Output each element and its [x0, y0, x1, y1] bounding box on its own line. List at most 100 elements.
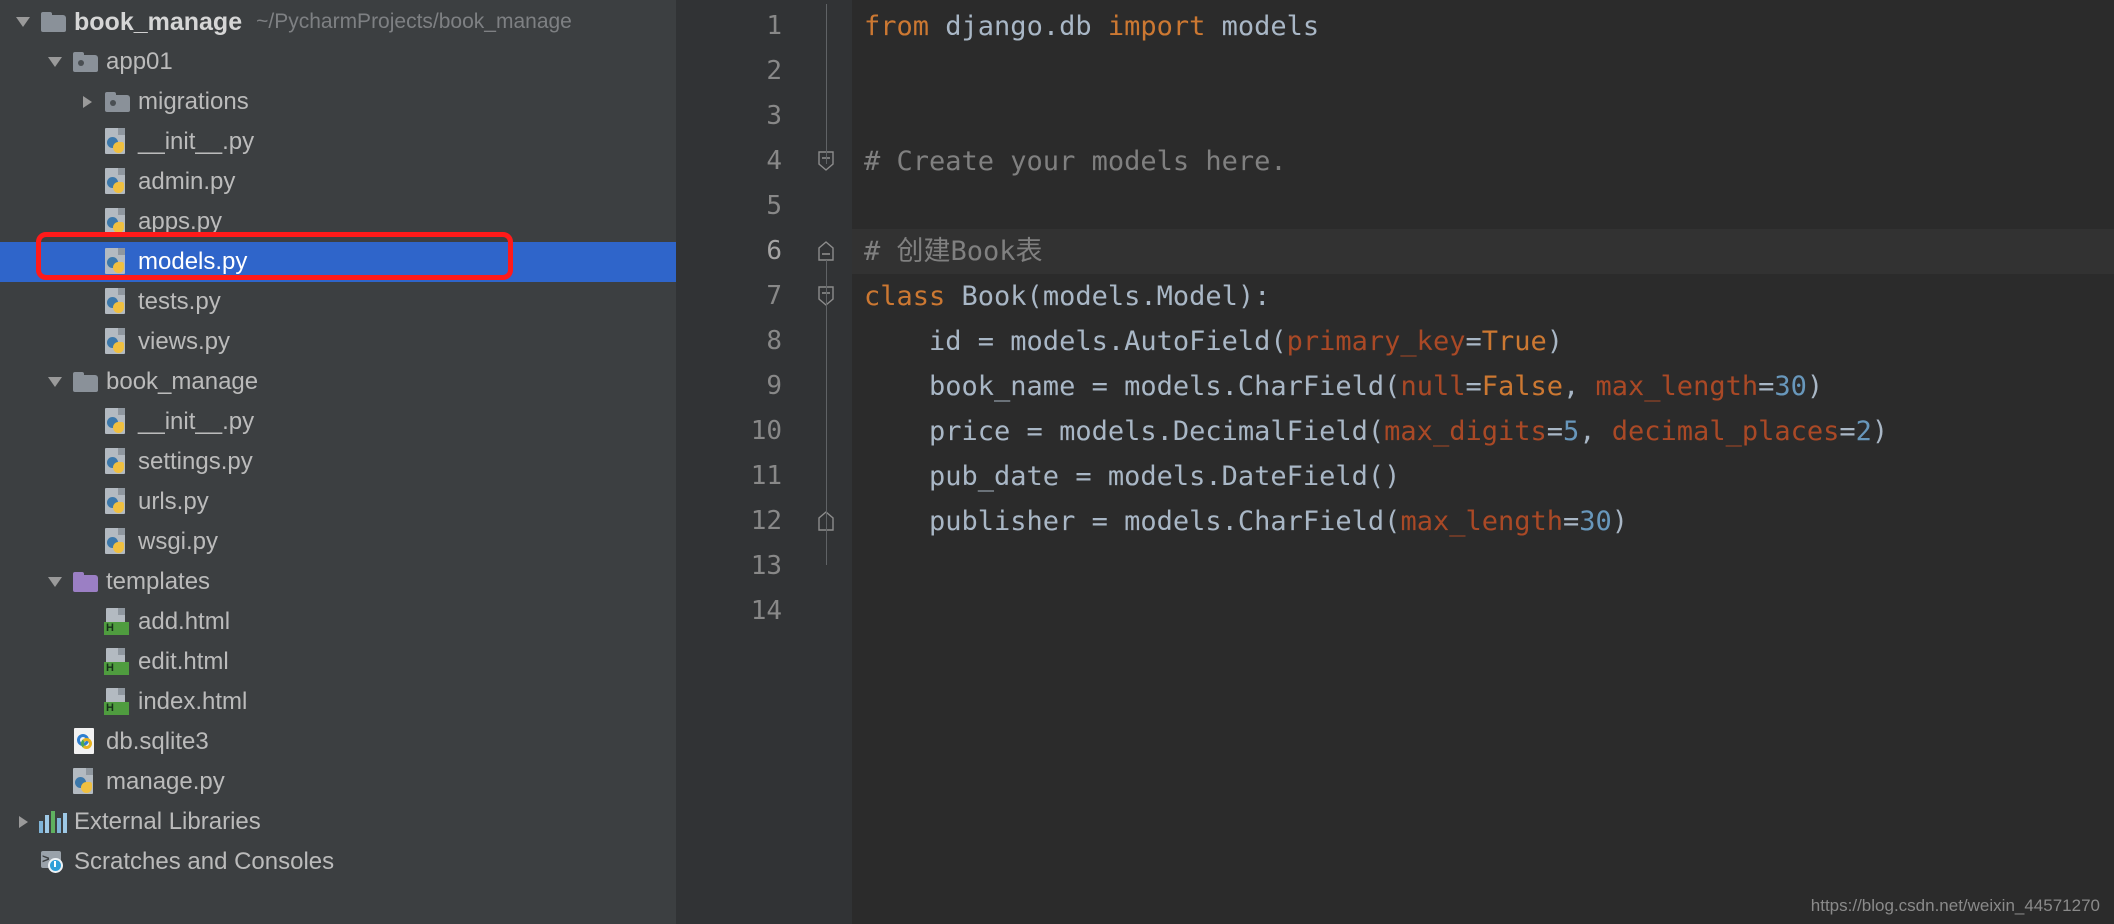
html-file-icon: H — [104, 648, 130, 676]
tree-item-wsgi-py[interactable]: wsgi.py — [0, 522, 676, 562]
code-token: Book(models.Model): — [945, 281, 1271, 312]
line-number: 7 — [766, 281, 782, 311]
fold-row — [804, 589, 852, 634]
fold-row — [804, 499, 852, 544]
code-line: publisher = models.CharField(max_length=… — [852, 499, 2114, 544]
tree-item-label: wsgi.py — [138, 528, 219, 555]
fold-row — [804, 139, 852, 184]
code-token: = — [1563, 506, 1580, 537]
tree-item-init-py[interactable]: __init__.py — [0, 122, 676, 162]
fold-row — [804, 364, 852, 409]
tree-item-models-py[interactable]: models.py — [0, 242, 676, 282]
tree-item-label: settings.py — [138, 448, 253, 475]
tree-item-label: admin.py — [138, 168, 236, 195]
fold-row — [804, 454, 852, 499]
code-folding-column[interactable] — [804, 0, 852, 924]
code-content[interactable]: from django.db import models # Create yo… — [852, 0, 2114, 924]
code-token: class — [864, 281, 946, 312]
line-number: 12 — [750, 506, 782, 536]
tree-item-label: tests.py — [138, 288, 221, 315]
chevron-down-icon[interactable] — [48, 57, 62, 67]
code-token: max_length — [1595, 371, 1759, 402]
chevron-right-icon[interactable] — [18, 816, 28, 828]
code-token: = — [1465, 371, 1482, 402]
code-token: False — [1481, 371, 1564, 402]
line-number: 9 — [766, 371, 782, 401]
tree-item-label: manage.py — [106, 768, 225, 795]
tree-item-admin-py[interactable]: admin.py — [0, 162, 676, 202]
code-line: book_name = models.CharField(null=False,… — [852, 364, 2114, 409]
tree-item-label: Scratches and Consoles — [74, 848, 335, 875]
code-token: from — [864, 11, 930, 42]
tree-item-app01[interactable]: app01 — [0, 42, 676, 82]
code-token: 30 — [1774, 371, 1807, 402]
chevron-down-icon[interactable] — [48, 577, 62, 587]
tree-item-manage-py[interactable]: manage.py — [0, 762, 676, 802]
code-token: 30 — [1579, 506, 1612, 537]
tree-item-index-html[interactable]: Hindex.html — [0, 682, 676, 722]
code-token: ) — [1546, 326, 1564, 357]
tree-item-tests-py[interactable]: tests.py — [0, 282, 676, 322]
expand-toggle[interactable] — [42, 377, 68, 387]
pycharm-window: book_manage ~/PycharmProjects/book_manage… — [0, 0, 2114, 924]
code-line: pub_date = models.DateField() — [852, 454, 2114, 499]
line-number: 14 — [750, 596, 782, 626]
code-line: id = models.AutoField(primary_key=True) — [852, 319, 2114, 364]
fold-row — [804, 229, 852, 274]
chevron-down-icon[interactable] — [48, 377, 62, 387]
expand-toggle[interactable] — [10, 17, 36, 27]
python-file-icon — [104, 488, 130, 516]
tree-item-init-py[interactable]: __init__.py — [0, 402, 676, 442]
expand-toggle[interactable] — [74, 96, 100, 108]
code-token: = — [1465, 326, 1482, 357]
code-token: primary_key — [1286, 326, 1466, 357]
code-token: ) — [1871, 416, 1889, 447]
module-folder-icon — [72, 52, 98, 72]
fold-region-start-icon[interactable] — [816, 240, 836, 262]
project-tool-window: book_manage ~/PycharmProjects/book_manage… — [0, 0, 676, 924]
code-line: # Create your models here. — [852, 139, 2114, 184]
tree-item-add-html[interactable]: Hadd.html — [0, 602, 676, 642]
tree-item-external-libraries[interactable]: External Libraries — [0, 802, 676, 842]
scratches-icon: > — [39, 850, 67, 874]
code-token: max_digits — [1384, 416, 1547, 447]
expand-toggle[interactable] — [10, 816, 36, 828]
code-editor[interactable]: 1 2 3 4 5 6 7 8 9 10 11 12 13 14 from django.db impor… — [676, 0, 2114, 924]
tree-item-edit-html[interactable]: Hedit.html — [0, 642, 676, 682]
tree-item-templates[interactable]: templates — [0, 562, 676, 602]
chevron-down-icon[interactable] — [16, 17, 30, 27]
code-line: # 创建Book表 — [852, 229, 2114, 274]
tree-item-migrations[interactable]: migrations — [0, 82, 676, 122]
tree-item-book-manage[interactable]: book_manage — [0, 362, 676, 402]
line-number: 8 — [766, 326, 782, 356]
tree-item-label: edit.html — [138, 648, 229, 675]
tree-item-label: db.sqlite3 — [106, 728, 209, 755]
code-token: # Create your models here. — [864, 146, 1287, 177]
line-number: 5 — [766, 191, 782, 221]
code-token: = — [1839, 416, 1856, 447]
tree-item-scratches-and-consoles[interactable]: > Scratches and Consoles — [0, 842, 676, 882]
code-token: book_name = models.CharField( — [864, 371, 1401, 402]
tree-item-label: templates — [106, 568, 211, 595]
expand-toggle[interactable] — [42, 57, 68, 67]
fold-row — [804, 4, 852, 49]
tree-item-db-sqlite3[interactable]: db.sqlite3 — [0, 722, 676, 762]
tree-item-apps-py[interactable]: apps.py — [0, 202, 676, 242]
code-token: ) — [1611, 506, 1629, 537]
tree-item-urls-py[interactable]: urls.py — [0, 482, 676, 522]
chevron-right-icon[interactable] — [82, 96, 92, 108]
code-token: , — [1579, 416, 1612, 447]
expand-toggle[interactable] — [42, 577, 68, 587]
tree-item-views-py[interactable]: views.py — [0, 322, 676, 362]
tree-item-book-manage[interactable]: book_manage ~/PycharmProjects/book_manage — [0, 2, 676, 42]
fold-row — [804, 184, 852, 229]
module-folder-icon — [104, 92, 130, 112]
project-tree[interactable]: book_manage ~/PycharmProjects/book_manage… — [0, 0, 676, 882]
python-file-icon — [104, 248, 130, 276]
python-file-icon — [104, 448, 130, 476]
tree-item-settings-py[interactable]: settings.py — [0, 442, 676, 482]
